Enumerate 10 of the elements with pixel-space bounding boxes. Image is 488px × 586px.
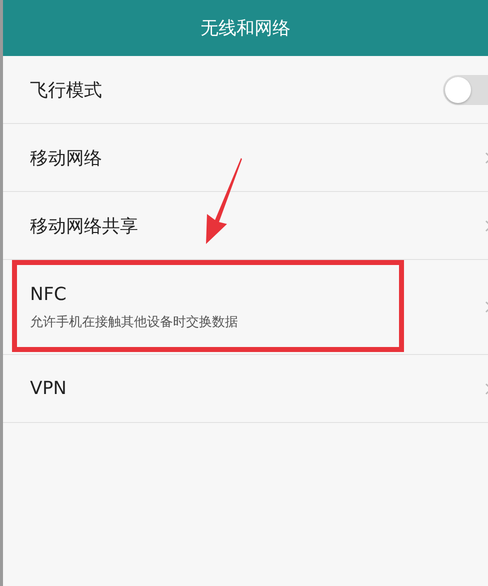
item-description: 允许手机在接触其他设备时交换数据 [30, 314, 239, 330]
item-label: NFC [30, 284, 68, 304]
screen-title: 无线和网络 [200, 17, 290, 40]
settings-item[interactable]: 飞行模式 [3, 56, 488, 124]
settings-item[interactable]: NFC 允许手机在接触其他设备时交换数据 [3, 260, 488, 355]
item-label: 移动网络共享 [30, 214, 139, 238]
settings-item[interactable]: VPN [3, 355, 488, 423]
item-label: VPN [30, 378, 68, 399]
item-label: 移动网络 [30, 146, 103, 170]
item-label: 飞行模式 [30, 78, 103, 102]
